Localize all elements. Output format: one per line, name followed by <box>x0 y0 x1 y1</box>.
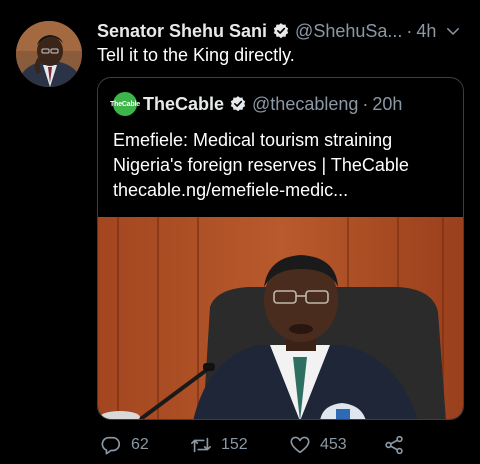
author-name[interactable]: Senator Shehu Sani <box>97 21 267 42</box>
news-photo-image <box>98 217 463 419</box>
verified-badge-icon <box>229 95 247 113</box>
quoted-tweet-card[interactable]: TheCable TheCable @thecableng · 20h Emef… <box>97 77 464 420</box>
retweet-count: 152 <box>221 436 248 453</box>
tweet-actions: 62 152 453 <box>97 432 480 458</box>
avatar[interactable] <box>16 21 82 87</box>
reply-count: 62 <box>131 436 149 453</box>
tweet-text: Tell it to the King directly. <box>97 45 295 65</box>
chevron-down-icon[interactable] <box>444 22 462 45</box>
quoted-tweet-header: TheCable TheCable @thecableng · 20h <box>110 92 402 116</box>
retweet-button[interactable]: 152 <box>190 434 248 456</box>
thecable-logo[interactable]: TheCable <box>110 92 140 116</box>
author-handle[interactable]: @ShehuSa... <box>295 21 402 42</box>
tweet-header: Senator Shehu Sani @ShehuSa... · 4h <box>97 20 466 42</box>
like-button[interactable]: 453 <box>289 434 347 456</box>
reply-icon <box>101 436 121 455</box>
share-button[interactable] <box>383 434 405 456</box>
quoted-tweet-text: Emefiele: Medical tourism straining Nige… <box>113 128 453 203</box>
like-count: 453 <box>320 436 347 453</box>
separator-dot: · <box>362 93 369 114</box>
thecable-logo-text: TheCable <box>110 100 140 108</box>
link-text[interactable]: thecable.ng/emefiele-medic... <box>113 178 453 203</box>
quoted-tweet-time[interactable]: 20h <box>372 94 402 115</box>
headline-line-2: Nigeria's foreign reserves | TheCable <box>113 155 409 175</box>
quoted-tweet-photo[interactable] <box>98 217 463 419</box>
quoted-author-name[interactable]: TheCable <box>143 94 224 115</box>
verified-badge-icon <box>272 22 290 40</box>
separator-dot: · <box>406 20 413 41</box>
heart-icon <box>290 436 310 454</box>
headline-line-1: Emefiele: Medical tourism straining <box>113 130 393 150</box>
quoted-author-handle[interactable]: @thecableng <box>252 94 358 115</box>
tweet-time[interactable]: 4h <box>416 21 436 42</box>
avatar-image <box>16 21 82 87</box>
reply-button[interactable]: 62 <box>100 434 149 456</box>
retweet-icon <box>191 437 211 453</box>
share-icon <box>385 435 403 455</box>
